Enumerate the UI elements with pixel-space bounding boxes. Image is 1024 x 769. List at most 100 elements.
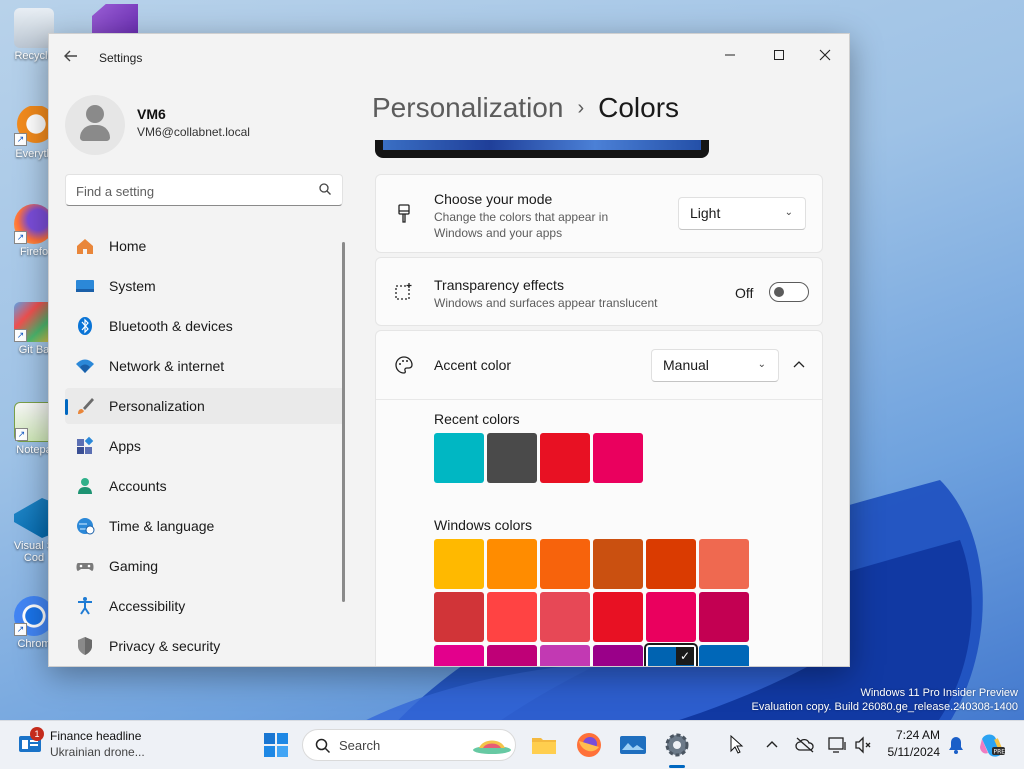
mode-subtitle: Change the colors that appear in Windows… bbox=[434, 210, 609, 240]
recent-color-swatch[interactable] bbox=[487, 433, 537, 483]
arrow-left-icon bbox=[64, 50, 77, 62]
minimize-button[interactable] bbox=[707, 40, 753, 72]
windows-color-swatch[interactable] bbox=[699, 539, 749, 589]
bluetooth-icon bbox=[78, 317, 92, 335]
clock[interactable]: 7:24 AM 5/11/2024 bbox=[888, 727, 941, 761]
close-button[interactable] bbox=[802, 40, 848, 72]
windows-color-swatch[interactable] bbox=[646, 539, 696, 589]
windows-color-swatch[interactable] bbox=[593, 592, 643, 642]
sidebar-item-system[interactable]: System bbox=[65, 268, 345, 304]
maximize-button[interactable] bbox=[756, 40, 802, 72]
evaluation-watermark: Windows 11 Pro Insider Preview Evaluatio… bbox=[751, 687, 1018, 713]
windows-color-swatch[interactable] bbox=[487, 539, 537, 589]
windows-color-swatch[interactable] bbox=[487, 645, 537, 666]
chevron-up-icon[interactable] bbox=[766, 739, 778, 751]
accounts-icon bbox=[78, 478, 92, 494]
brush-icon bbox=[78, 398, 94, 414]
notification-badge: 1 bbox=[30, 727, 44, 741]
start-button[interactable] bbox=[260, 729, 292, 761]
accent-title: Accent color bbox=[434, 357, 512, 373]
title-bar: Settings bbox=[49, 34, 849, 82]
shortcut-arrow-icon: ↗ bbox=[15, 428, 28, 441]
back-button[interactable] bbox=[61, 48, 81, 68]
sidebar-item-personalization[interactable]: Personalization bbox=[65, 388, 345, 424]
settings-window: Settings VM6 VM6@collabnet.local Home Sy… bbox=[48, 33, 850, 667]
windows-color-swatch[interactable] bbox=[540, 645, 590, 666]
recent-colors-label: Recent colors bbox=[434, 411, 520, 427]
accent-header[interactable]: Accent color Manual ⌄ bbox=[376, 331, 822, 400]
sidebar-item-privacy-security[interactable]: Privacy & security bbox=[65, 628, 345, 664]
globe-icon bbox=[77, 518, 95, 535]
news-widget[interactable]: 1 Finance headline Ukrainian drone... bbox=[0, 721, 170, 769]
palette-icon bbox=[395, 356, 413, 374]
chevron-up-icon[interactable] bbox=[793, 360, 805, 368]
accent-card: Accent color Manual ⌄ Recent colors Wind… bbox=[375, 330, 823, 666]
sidebar-scrollbar[interactable] bbox=[342, 242, 345, 602]
news-subtitle: Ukrainian drone... bbox=[50, 745, 145, 759]
taskbar-search[interactable]: Search bbox=[302, 729, 516, 761]
sidebar-item-gaming[interactable]: Gaming bbox=[65, 548, 345, 584]
clock-time: 7:24 AM bbox=[895, 728, 940, 742]
windows-color-swatch[interactable] bbox=[593, 539, 643, 589]
find-setting-box[interactable] bbox=[65, 174, 343, 206]
avatar[interactable] bbox=[65, 95, 125, 155]
firefox-icon[interactable] bbox=[573, 729, 605, 761]
sidebar-nav: Home System Bluetooth & devices Network … bbox=[65, 228, 345, 666]
windows-color-swatch[interactable] bbox=[487, 592, 537, 642]
windows-color-swatch[interactable] bbox=[593, 645, 643, 666]
toggle-knob bbox=[774, 287, 784, 297]
network-display-icon[interactable] bbox=[828, 736, 848, 754]
taskbar: 1 Finance headline Ukrainian drone... Se… bbox=[0, 720, 1024, 769]
recent-color-swatch[interactable] bbox=[434, 433, 484, 483]
settings-gear-icon[interactable] bbox=[661, 729, 693, 761]
sidebar-item-apps[interactable]: Apps bbox=[65, 428, 345, 464]
sidebar-item-bluetooth[interactable]: Bluetooth & devices bbox=[65, 308, 345, 344]
breadcrumb-separator: › bbox=[577, 97, 585, 119]
find-setting-input[interactable] bbox=[74, 181, 308, 201]
preview-wallpaper bbox=[383, 140, 701, 150]
cloud-offline-icon[interactable] bbox=[795, 737, 815, 753]
shortcut-arrow-icon: ↗ bbox=[14, 329, 27, 342]
windows-color-swatch[interactable] bbox=[646, 592, 696, 642]
gamepad-icon bbox=[76, 563, 94, 571]
breadcrumb-parent[interactable]: Personalization bbox=[372, 92, 563, 123]
mode-card: Choose your mode Change the colors that … bbox=[375, 174, 823, 253]
windows-color-swatch[interactable] bbox=[699, 592, 749, 642]
home-icon bbox=[77, 239, 93, 254]
windows-color-swatch[interactable] bbox=[434, 539, 484, 589]
transparency-state-label: Off bbox=[735, 285, 754, 301]
windows-color-swatch[interactable] bbox=[540, 539, 590, 589]
window-title: Settings bbox=[99, 51, 143, 65]
windows-color-swatch[interactable] bbox=[540, 592, 590, 642]
mode-dropdown[interactable]: Light ⌄ bbox=[678, 197, 806, 230]
accent-dropdown[interactable]: Manual ⌄ bbox=[651, 349, 779, 382]
volume-muted-icon[interactable] bbox=[854, 736, 872, 754]
visual-studio-icon[interactable] bbox=[92, 4, 138, 34]
file-explorer-icon[interactable] bbox=[528, 729, 560, 761]
sidebar-item-accounts[interactable]: Accounts bbox=[65, 468, 345, 504]
maximize-icon bbox=[774, 50, 784, 60]
sidebar-item-network[interactable]: Network & internet bbox=[65, 348, 345, 384]
avatar-body bbox=[80, 125, 110, 141]
windows-color-swatch[interactable] bbox=[699, 645, 749, 666]
transparency-card: Transparency effects Windows and surface… bbox=[375, 257, 823, 326]
recent-color-swatch[interactable] bbox=[593, 433, 643, 483]
sidebar-item-time-language[interactable]: Time & language bbox=[65, 508, 345, 544]
photos-app-icon[interactable] bbox=[617, 729, 649, 761]
svg-text:PRE: PRE bbox=[994, 748, 1006, 755]
shortcut-arrow-icon: ↗ bbox=[14, 623, 27, 636]
search-icon bbox=[315, 738, 331, 754]
windows-color-swatch[interactable]: ✓ bbox=[646, 645, 696, 666]
mode-title: Choose your mode bbox=[434, 191, 553, 207]
transparency-toggle[interactable] bbox=[769, 282, 809, 302]
windows-color-swatch[interactable] bbox=[434, 645, 484, 666]
transparency-title: Transparency effects bbox=[434, 277, 564, 293]
news-title: Finance headline bbox=[50, 729, 142, 743]
copilot-icon[interactable]: PRE bbox=[978, 731, 1006, 759]
windows-color-swatch[interactable] bbox=[434, 592, 484, 642]
sidebar-item-accessibility[interactable]: Accessibility bbox=[65, 588, 345, 624]
close-icon bbox=[819, 49, 831, 61]
recent-color-swatch[interactable] bbox=[540, 433, 590, 483]
sidebar-item-home[interactable]: Home bbox=[65, 228, 345, 264]
notification-bell-icon[interactable] bbox=[948, 736, 964, 754]
